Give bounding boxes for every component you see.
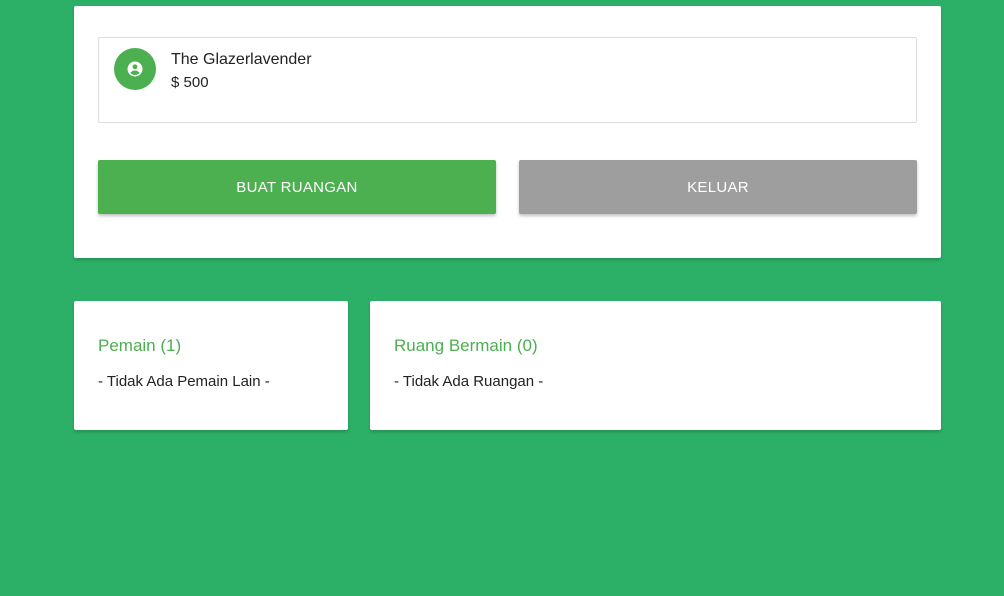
user-panel: The Glazerlavender $ 500 BUAT RUANGAN KE… bbox=[74, 6, 941, 258]
logout-button[interactable]: KELUAR bbox=[519, 160, 917, 214]
players-card: Pemain (1) - Tidak Ada Pemain Lain - bbox=[74, 301, 348, 430]
account-circle-icon bbox=[114, 48, 156, 90]
rooms-card: Ruang Bermain (0) - Tidak Ada Ruangan - bbox=[370, 301, 941, 430]
players-empty-text: - Tidak Ada Pemain Lain - bbox=[98, 373, 270, 390]
players-title: Pemain (1) bbox=[98, 336, 182, 355]
profile-name: The Glazerlavender bbox=[171, 51, 312, 68]
profile-box: The Glazerlavender $ 500 bbox=[98, 37, 917, 123]
rooms-empty-text: - Tidak Ada Ruangan - bbox=[394, 373, 544, 390]
rooms-title: Ruang Bermain (0) bbox=[394, 336, 538, 355]
create-room-button[interactable]: BUAT RUANGAN bbox=[98, 160, 496, 214]
profile-money: $ 500 bbox=[171, 74, 209, 91]
